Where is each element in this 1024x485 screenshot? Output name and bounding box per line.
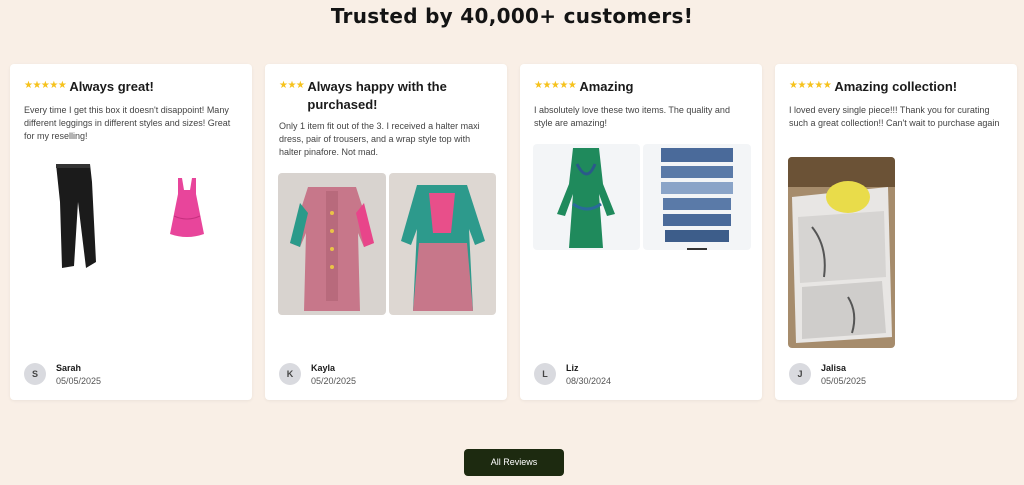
review-title-row: ★★★★★ Amazing collection! xyxy=(789,78,1007,96)
review-title: Amazing collection! xyxy=(834,79,958,94)
review-card-jalisa: ★★★★★ Amazing collection! I loved every … xyxy=(775,64,1017,400)
package-photo[interactable] xyxy=(788,157,895,348)
star-rating-icon: ★★★★★ xyxy=(789,80,832,91)
review-title-row: ★★★ Always happy with the purchased! xyxy=(279,78,497,114)
review-text: I absolutely love these two items. The q… xyxy=(534,105,730,128)
reviewer-name: Jalisa xyxy=(821,363,847,373)
review-text: Every time I get this box it doesn't dis… xyxy=(24,105,231,141)
review-text: Only 1 item fit out of the 3. I received… xyxy=(279,121,480,157)
avatar: L xyxy=(534,363,556,385)
avatar: S xyxy=(24,363,46,385)
pink-dress-photo-1[interactable] xyxy=(278,173,386,315)
pink-dress-image[interactable] xyxy=(162,176,212,242)
review-title-row: ★★★★★ Amazing xyxy=(534,78,752,96)
reviewer-name: Sarah xyxy=(56,363,82,373)
reviewer-name: Liz xyxy=(566,363,579,373)
review-text: I loved every single piece!!! Thank you … xyxy=(789,105,1000,128)
pink-dress-photo-2[interactable] xyxy=(389,173,496,315)
star-rating-icon: ★★★★★ xyxy=(24,80,67,91)
star-rating-icon: ★★★★★ xyxy=(534,80,577,91)
review-card-kayla: ★★★ Always happy with the purchased! Onl… xyxy=(265,64,507,400)
star-rating-icon: ★★★ xyxy=(279,80,305,91)
review-title-row: ★★★★★ Always great! xyxy=(24,78,242,96)
green-dress-image[interactable] xyxy=(533,144,640,250)
review-title: Amazing xyxy=(579,79,634,94)
review-card-sarah: ★★★★★ Always great! Every time I get thi… xyxy=(10,64,252,400)
review-date: 08/30/2024 xyxy=(566,376,612,386)
review-date: 05/05/2025 xyxy=(56,376,102,386)
section-heading: Trusted by 40,000+ customers! xyxy=(330,4,694,28)
review-title: Always happy with the purchased! xyxy=(307,79,447,112)
avatar: J xyxy=(789,363,811,385)
all-reviews-button[interactable]: All Reviews xyxy=(464,449,564,476)
review-card-liz: ★★★★★ Amazing I absolutely love these tw… xyxy=(520,64,762,400)
review-date: 05/05/2025 xyxy=(821,376,867,386)
review-title: Always great! xyxy=(69,79,154,94)
review-date: 05/20/2025 xyxy=(311,376,357,386)
reviewer-name: Kayla xyxy=(311,363,336,373)
denim-skirt-image[interactable] xyxy=(643,144,751,250)
black-pants-image[interactable] xyxy=(50,162,110,274)
avatar: K xyxy=(279,363,301,385)
